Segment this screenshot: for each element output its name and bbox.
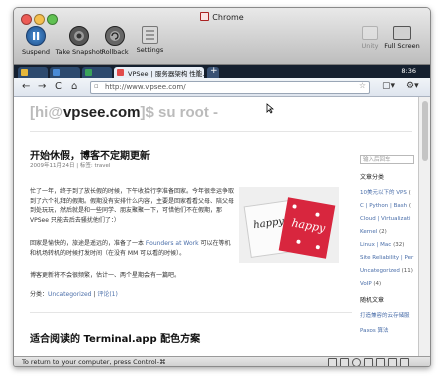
address-bar-url: http://www.vpsee.com/ (105, 83, 186, 91)
cd-icon[interactable] (352, 358, 361, 366)
snapshot-icon (69, 26, 89, 46)
wrench-icon[interactable]: ⚙▾ (406, 81, 419, 92)
tab-strip: VPSee | 服务器架构 性能... × + 8:36 (14, 65, 430, 78)
post-photo: happy happy (239, 187, 339, 263)
browser-toolbar: ← → C ⌂ ▫ http://www.vpsee.com/ ☆ ▢▾ ⚙▾ (14, 78, 430, 97)
disk-icon[interactable] (328, 358, 337, 366)
home-button[interactable]: ⌂ (71, 81, 77, 92)
settings-label: Settings (136, 46, 164, 54)
post-category: 分类：Uncategorized | 评论(1) (30, 291, 118, 298)
sidebar: 输入后回车 文章分类 10美元以下的 VPS ( C | Python | Ba… (360, 155, 416, 334)
new-tab-button[interactable]: + (207, 66, 219, 78)
tab-vpsee[interactable]: VPSee | 服务器架构 性能... × (114, 67, 209, 78)
window-title: Chrome (14, 12, 430, 22)
close-tab-icon[interactable]: × (195, 68, 201, 76)
fullscreen-icon (393, 26, 411, 40)
plus-icon: + (210, 66, 218, 76)
vm-titlebar: Chrome Suspend Take Snapshot Rollback Se… (14, 8, 430, 65)
tab-inactive-2[interactable] (50, 67, 80, 78)
vm-statusbar: To return to your computer, press Contro… (14, 356, 430, 366)
google-favicon (53, 69, 60, 76)
window-title-text: Chrome (212, 13, 244, 22)
sidebar-category[interactable]: Site Reliability | Per (360, 255, 416, 261)
sidebar-category[interactable]: Linux | Mac (32) (360, 242, 416, 248)
category-label: 分类： (30, 291, 49, 298)
post-paragraph-3: 博客更新将不会很频繁，估计一、两个星期会有一篇吧。 (30, 272, 181, 279)
site-title[interactable]: [hi@vpsee.com]$ su root - (30, 104, 218, 121)
sidebar-category[interactable]: 10美元以下的 VPS ( (360, 188, 416, 196)
random-post-link[interactable]: Paxos 算法 (360, 326, 416, 334)
pause-icon (26, 26, 46, 46)
card-text-red: happy (290, 216, 327, 236)
site-title-prefix: [hi@ (30, 104, 63, 121)
page-menu-icon[interactable]: ▢▾ (382, 81, 395, 92)
back-button[interactable]: ← (22, 81, 30, 92)
vertical-scrollbar[interactable] (418, 97, 430, 356)
sidebar-category[interactable]: Kernel (2) (360, 229, 416, 235)
mouse-cursor-icon (266, 103, 274, 114)
founders-at-work-link[interactable]: Founders at Work (146, 240, 199, 247)
scrollbar-thumb[interactable] (422, 101, 428, 161)
sidebar-category[interactable]: Cloud | Virtualizati (360, 216, 416, 222)
tab-inactive-3[interactable] (82, 67, 112, 78)
post-meta: 2009年11月24日 | 标签: travel (30, 163, 111, 169)
web-page: [hi@vpsee.com]$ su root - 开始休假，博客不定期更新 2… (14, 97, 418, 356)
sound-icon[interactable] (376, 358, 385, 366)
random-posts-heading: 随机文章 (360, 297, 385, 304)
full-screen-button[interactable]: Full Screen (376, 26, 428, 50)
chrome-favicon (21, 69, 28, 76)
clock: 8:36 (401, 67, 416, 75)
post-paragraph-1: 忙了一年，终于到了放长假的时候，下午收拾行李准备回家。今年很幸运争取到了六个礼拜… (30, 188, 235, 224)
post-divider (30, 312, 352, 313)
full-screen-label: Full Screen (384, 42, 420, 50)
browser-window: Chrome Suspend Take Snapshot Rollback Se… (13, 7, 431, 367)
status-text: To return to your computer, press Contro… (22, 358, 166, 366)
random-post-link[interactable]: 打造兼容的云存储服 (360, 311, 416, 319)
card-text: happy (252, 216, 285, 232)
settings-icon (142, 26, 158, 44)
page-icon: ▫ (94, 82, 99, 90)
settings-button[interactable]: Settings (124, 26, 176, 54)
forward-button[interactable]: → (38, 81, 46, 92)
red-card: happy (278, 197, 336, 259)
network-icon[interactable] (364, 358, 373, 366)
header-divider (30, 131, 412, 132)
rollback-icon (105, 26, 125, 46)
category-link[interactable]: Uncategorized (48, 291, 91, 298)
vpsee-favicon (85, 69, 92, 76)
address-bar[interactable]: ▫ http://www.vpsee.com/ ☆ (90, 81, 370, 94)
post-title[interactable]: 开始休假，博客不定期更新 (30, 147, 150, 162)
vpsee-tab-favicon (117, 69, 124, 76)
post-paragraph-2-text: 回家是愉快的，旅途是遥远的，准备了一本 (30, 240, 146, 247)
site-title-suffix: ]$ su root - (140, 104, 219, 121)
search-input[interactable]: 输入后回车 (360, 155, 414, 164)
sidebar-category[interactable]: VoIP (4) (360, 281, 416, 287)
star-icon[interactable]: ☆ (359, 81, 366, 90)
sidebar-category[interactable]: C | Python | Bash ( (360, 203, 416, 209)
reload-button[interactable]: C (55, 81, 62, 92)
app-icon (200, 12, 210, 21)
site-title-name: vpsee.com (62, 104, 141, 121)
sidebar-category[interactable]: Uncategorized (11) (360, 268, 416, 274)
usb-icon[interactable] (340, 358, 349, 366)
tab-inactive-1[interactable] (18, 67, 48, 78)
categories-heading: 文章分类 (360, 174, 385, 181)
post-paragraph-2: 回家是愉快的，旅途是遥远的，准备了一本 Founders at Work 可以在… (30, 239, 235, 258)
post-title-2[interactable]: 适合阅读的 Terminal.app 配色方案 (30, 330, 200, 345)
comments-link[interactable]: 评论(1) (97, 291, 118, 298)
printer-icon[interactable] (400, 358, 409, 366)
shared-folder-icon[interactable] (388, 358, 397, 366)
